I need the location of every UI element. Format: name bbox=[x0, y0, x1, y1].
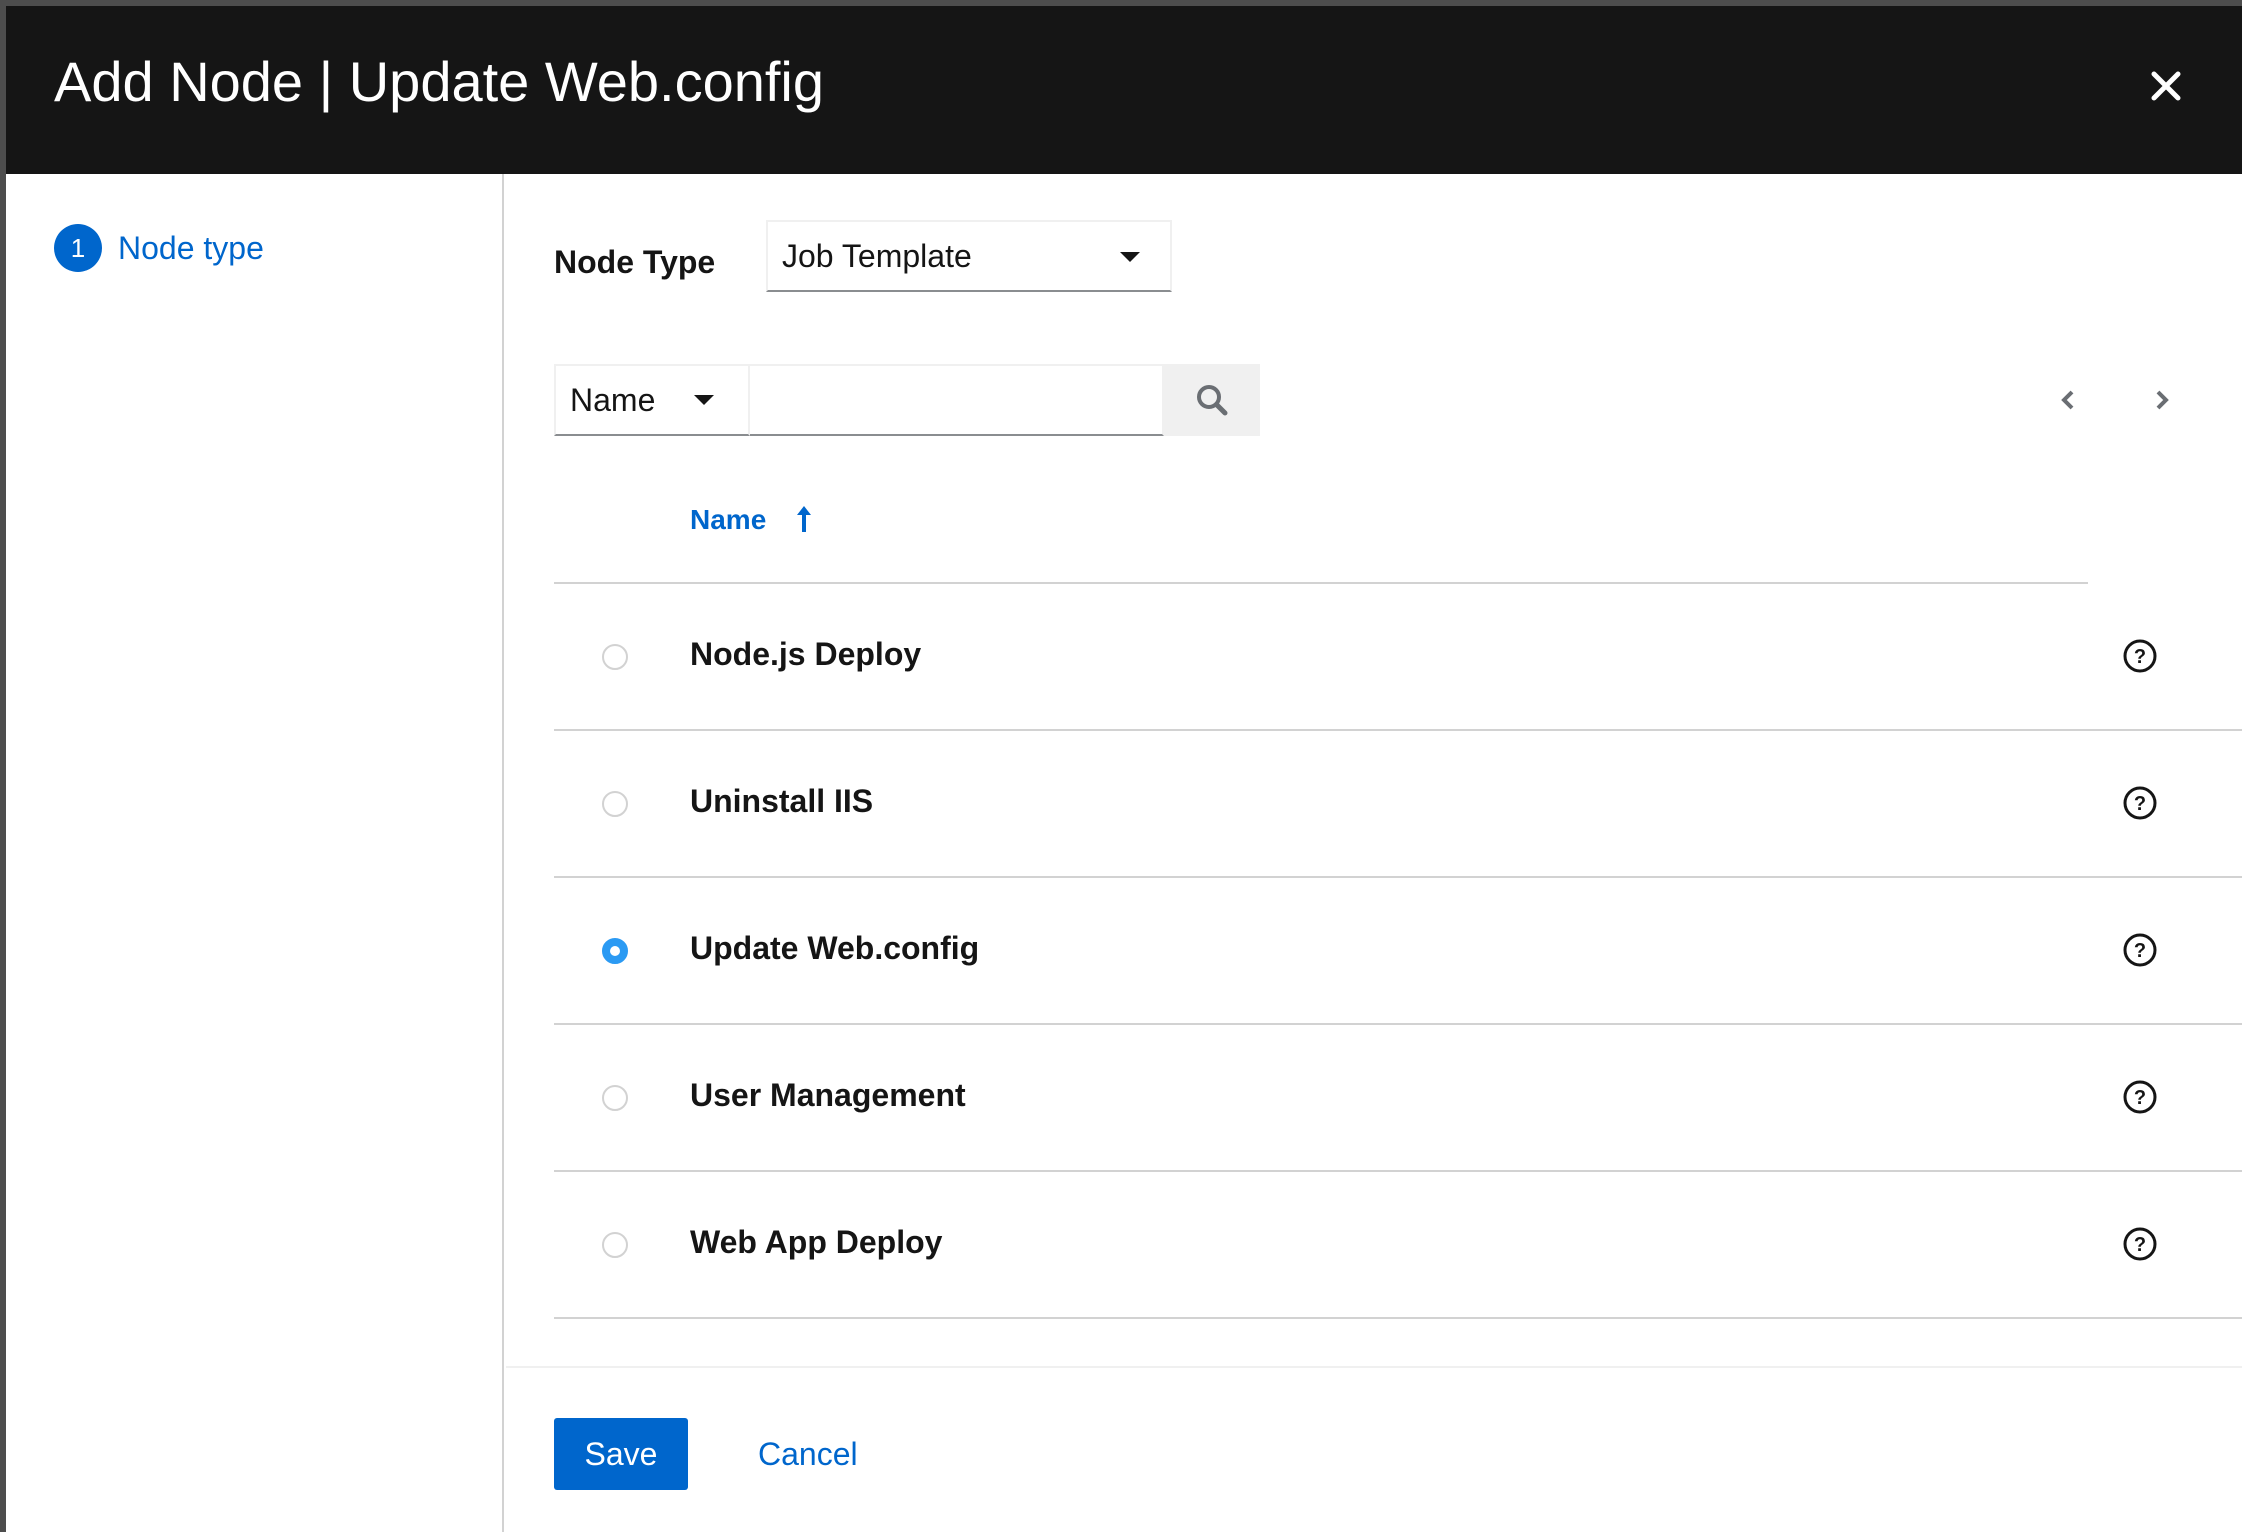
row-radio[interactable] bbox=[602, 1085, 628, 1111]
svg-text:?: ? bbox=[2134, 793, 2146, 815]
help-icon[interactable]: ? bbox=[2122, 785, 2158, 821]
wizard-nav: 1 Node type bbox=[6, 174, 504, 1532]
sort-ascending-icon bbox=[797, 506, 812, 532]
help-icon[interactable]: ? bbox=[2122, 1079, 2158, 1115]
search-input[interactable] bbox=[750, 364, 1164, 436]
modal-header: Add Node | Update Web.config bbox=[6, 6, 2242, 174]
node-type-label: Node Type bbox=[554, 244, 716, 280]
column-header-name[interactable]: Name bbox=[690, 504, 812, 536]
nav-step-node-type[interactable]: 1 Node type bbox=[54, 224, 264, 272]
save-button[interactable]: Save bbox=[554, 1418, 688, 1490]
close-icon bbox=[2151, 71, 2181, 101]
search-field-dropdown[interactable]: Name bbox=[554, 364, 750, 436]
node-type-select[interactable]: Job Template bbox=[766, 220, 1172, 292]
row-name[interactable]: Web App Deploy bbox=[690, 1224, 942, 1261]
chevron-right-icon bbox=[2156, 390, 2169, 410]
step-label: Node type bbox=[118, 229, 264, 266]
caret-down-icon bbox=[1120, 252, 1140, 262]
svg-text:?: ? bbox=[2134, 940, 2146, 962]
help-icon[interactable]: ? bbox=[2122, 638, 2158, 674]
row-radio[interactable] bbox=[602, 938, 628, 964]
table-row[interactable]: Uninstall IIS ? bbox=[554, 731, 2242, 878]
svg-text:?: ? bbox=[2134, 646, 2146, 668]
job-template-list: Node.js Deploy ? Uninstall IIS ? Update … bbox=[554, 584, 2242, 1319]
modal-title: Add Node | Update Web.config bbox=[54, 50, 824, 113]
search-field-label: Name bbox=[570, 381, 656, 418]
caret-down-icon bbox=[694, 395, 714, 405]
row-name[interactable]: Uninstall IIS bbox=[690, 783, 873, 820]
row-radio[interactable] bbox=[602, 1232, 628, 1258]
search-button[interactable] bbox=[1164, 364, 1260, 436]
close-button[interactable] bbox=[2146, 66, 2186, 106]
table-row[interactable]: Node.js Deploy ? bbox=[554, 584, 2242, 731]
add-node-modal: Add Node | Update Web.config 1 Node type… bbox=[6, 6, 2242, 1532]
row-radio[interactable] bbox=[602, 791, 628, 817]
step-number: 1 bbox=[54, 224, 102, 272]
table-row[interactable]: Update Web.config ? bbox=[554, 878, 2242, 1025]
modal-footer: Save Cancel bbox=[506, 1366, 2242, 1532]
row-radio[interactable] bbox=[602, 644, 628, 670]
pager-prev-button[interactable] bbox=[2048, 380, 2088, 420]
search-bar: Name bbox=[554, 364, 1260, 436]
row-name[interactable]: Update Web.config bbox=[690, 930, 979, 967]
row-name[interactable]: Node.js Deploy bbox=[690, 636, 921, 673]
cancel-button[interactable]: Cancel bbox=[736, 1418, 880, 1490]
chevron-left-icon bbox=[2061, 390, 2074, 410]
help-icon[interactable]: ? bbox=[2122, 932, 2158, 968]
row-name[interactable]: User Management bbox=[690, 1077, 966, 1114]
column-header-label: Name bbox=[690, 504, 767, 535]
svg-text:?: ? bbox=[2134, 1234, 2146, 1256]
node-type-value: Job Template bbox=[782, 237, 972, 274]
svg-text:?: ? bbox=[2134, 1087, 2146, 1109]
help-icon[interactable]: ? bbox=[2122, 1226, 2158, 1262]
table-row[interactable]: User Management ? bbox=[554, 1025, 2242, 1172]
wizard-main: Node Type Job Template Name Name Node.js… bbox=[506, 174, 2242, 1366]
pager-next-button[interactable] bbox=[2142, 380, 2182, 420]
table-row[interactable]: Web App Deploy ? bbox=[554, 1172, 2242, 1319]
search-icon bbox=[1197, 385, 1228, 416]
